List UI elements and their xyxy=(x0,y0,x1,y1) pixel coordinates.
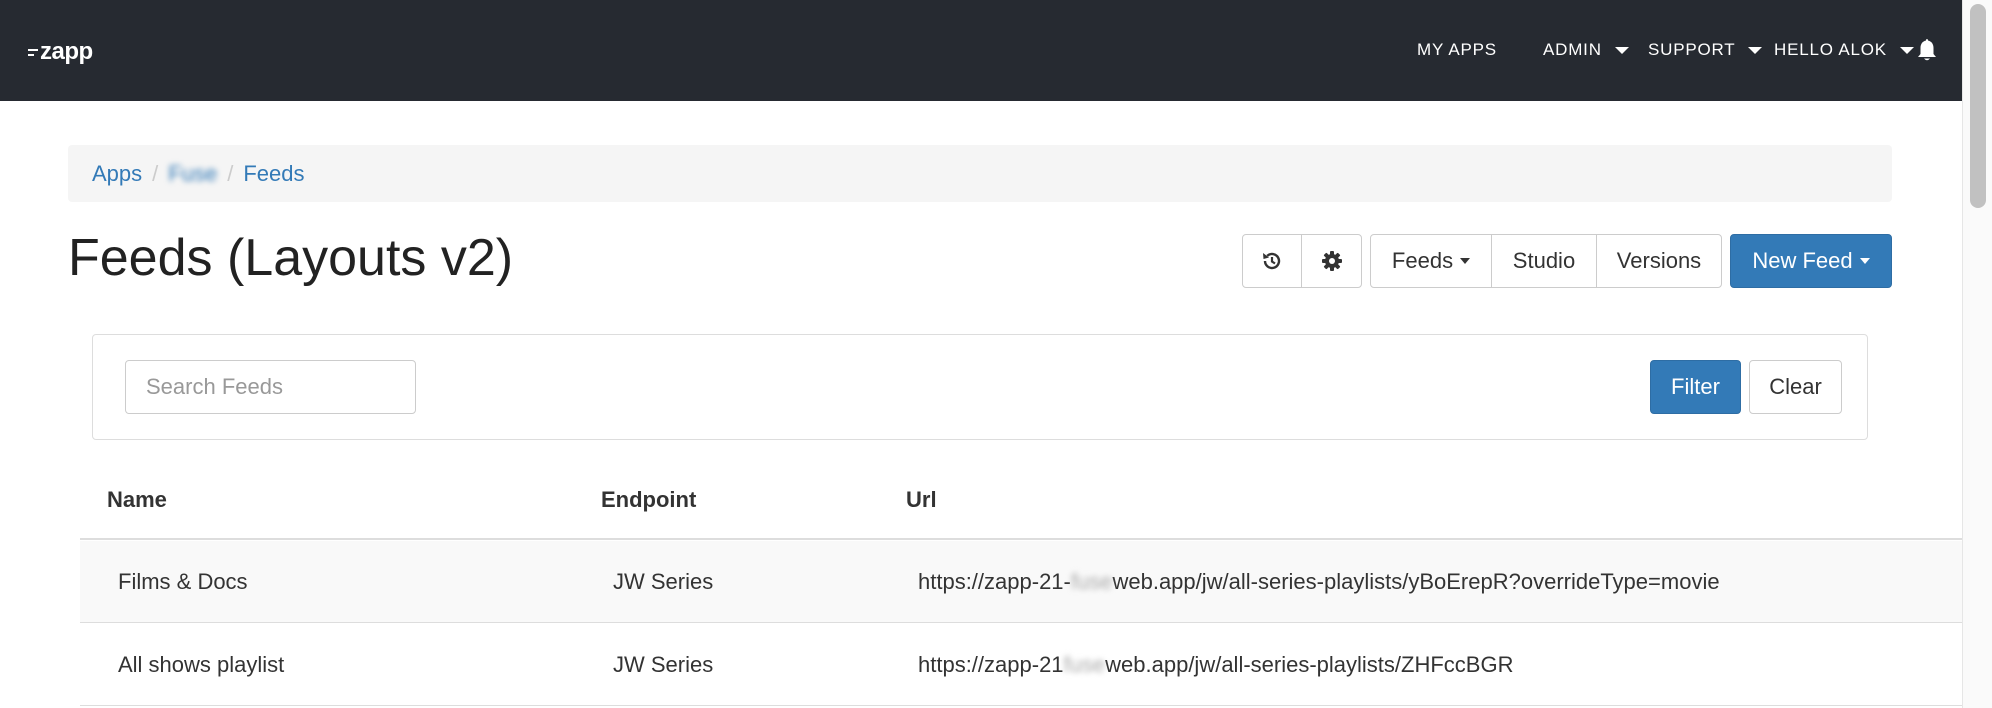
nav-support-dropdown[interactable]: SUPPORT xyxy=(1648,40,1763,60)
url-prefix: https://zapp-21- xyxy=(918,569,1071,594)
top-navbar: zapp MY APPS ADMIN SUPPORT HELLO ALOK xyxy=(0,0,1962,101)
logo-mark-icon xyxy=(28,46,38,59)
nav-my-apps[interactable]: MY APPS xyxy=(1417,40,1497,60)
nav-my-apps-label: MY APPS xyxy=(1417,40,1497,59)
history-button[interactable] xyxy=(1242,234,1302,288)
feed-url-cell: https://zapp-21fuseweb.app/jw/all-series… xyxy=(918,652,1513,678)
page-scrollbar[interactable] xyxy=(1962,0,1992,708)
nav-support-label: SUPPORT xyxy=(1648,40,1736,59)
feeds-table-header: Name Endpoint Url xyxy=(80,470,1962,540)
scrollbar-thumb[interactable] xyxy=(1970,4,1986,208)
url-suffix: web.app/jw/all-series-playlists/ZHFccBGR xyxy=(1105,652,1514,677)
page-title: Feeds (Layouts v2) xyxy=(68,229,514,287)
versions-button-label: Versions xyxy=(1616,248,1702,273)
history-icon xyxy=(1263,252,1281,270)
url-redacted: fuse xyxy=(1063,652,1106,677)
new-feed-button[interactable]: New Feed xyxy=(1730,234,1892,288)
caret-down-icon xyxy=(1899,46,1914,54)
breadcrumb-separator: / xyxy=(227,160,234,186)
studio-button[interactable]: Studio xyxy=(1491,234,1597,288)
gear-icon xyxy=(1321,251,1342,271)
feed-url-cell: https://zapp-21-fuseweb.app/jw/all-serie… xyxy=(918,569,1720,595)
feeds-button-label: Feeds xyxy=(1391,248,1454,273)
url-prefix: https://zapp-21 xyxy=(918,652,1064,677)
table-row[interactable]: All shows playlist JW Series https://zap… xyxy=(80,624,1962,706)
search-feeds-input[interactable] xyxy=(125,360,416,414)
filter-button-label: Filter xyxy=(1671,374,1720,399)
filter-button[interactable]: Filter xyxy=(1650,360,1741,414)
url-suffix: web.app/jw/all-series-playlists/yBoErepR… xyxy=(1112,569,1720,594)
caret-down-icon xyxy=(1614,46,1629,54)
breadcrumb: Apps / Fuse / Feeds xyxy=(68,145,1892,202)
feed-name-cell: All shows playlist xyxy=(118,652,285,677)
nav-admin-label: ADMIN xyxy=(1543,40,1602,59)
breadcrumb-separator: / xyxy=(152,160,159,186)
bell-icon[interactable] xyxy=(1916,38,1938,62)
url-redacted: fuse xyxy=(1070,569,1113,594)
feeds-dropdown-button[interactable]: Feeds xyxy=(1370,234,1492,288)
nav-user-label: HELLO ALOK xyxy=(1774,40,1887,59)
feed-name-cell: Films & Docs xyxy=(118,569,248,594)
logo-text: zapp xyxy=(40,38,93,65)
breadcrumb-feeds-link[interactable]: Feeds xyxy=(243,161,304,187)
versions-button[interactable]: Versions xyxy=(1596,234,1722,288)
settings-button[interactable] xyxy=(1301,234,1362,288)
studio-button-label: Studio xyxy=(1512,248,1576,273)
nav-admin-dropdown[interactable]: ADMIN xyxy=(1543,40,1629,60)
caret-down-icon xyxy=(1859,258,1870,264)
column-header-endpoint: Endpoint xyxy=(601,487,697,512)
nav-user-dropdown[interactable]: HELLO ALOK xyxy=(1774,40,1914,60)
feed-endpoint-cell: JW Series xyxy=(613,652,714,677)
caret-down-icon xyxy=(1460,258,1471,264)
caret-down-icon xyxy=(1748,46,1763,54)
breadcrumb-apps-link[interactable]: Apps xyxy=(92,161,142,187)
column-header-url: Url xyxy=(906,487,937,512)
new-feed-button-label: New Feed xyxy=(1752,248,1853,273)
table-row[interactable]: Films & Docs JW Series https://zapp-21-f… xyxy=(80,541,1962,623)
zapp-logo[interactable]: zapp xyxy=(28,38,93,66)
feed-endpoint-cell: JW Series xyxy=(613,569,714,594)
clear-button[interactable]: Clear xyxy=(1749,360,1842,414)
column-header-name: Name xyxy=(107,487,167,512)
breadcrumb-app-link[interactable]: Fuse xyxy=(168,161,217,187)
clear-button-label: Clear xyxy=(1769,374,1822,399)
